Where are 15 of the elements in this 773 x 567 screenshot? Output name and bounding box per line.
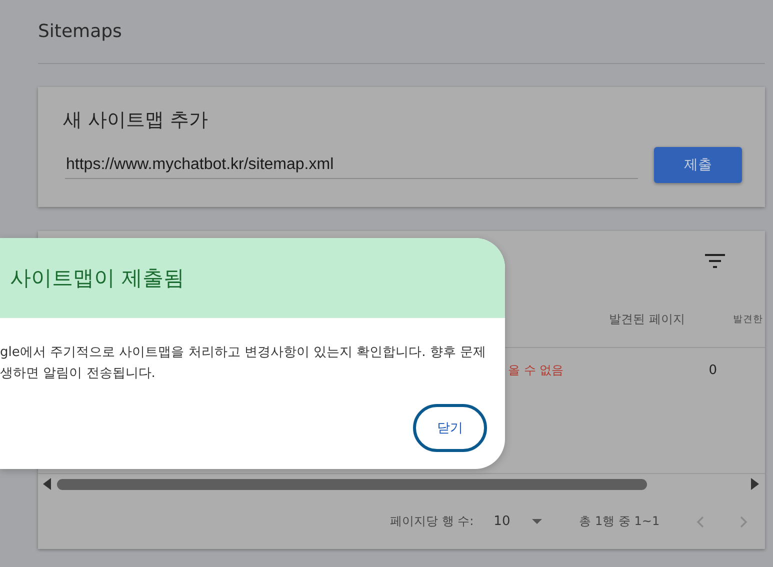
close-button[interactable]: 닫기 bbox=[413, 404, 487, 452]
table-cell-text: 0 bbox=[708, 363, 717, 378]
submit-button[interactable]: 제출 bbox=[654, 147, 742, 183]
page-range: 총 1행 중 1~1 bbox=[579, 513, 660, 530]
card-title: 새 사이트맵 추가 bbox=[62, 108, 210, 133]
table-cell: 올 수 없음 bbox=[508, 363, 564, 377]
rows-per-page-dropdown[interactable]: 10 bbox=[494, 514, 542, 529]
column-header[interactable]: 발견한 bbox=[685, 312, 763, 326]
dialog-text: gle에서 주기적으로 사이트맵을 처리하고 변경사항이 있는지 확인합니다. 향후 문제 bbox=[0, 344, 488, 362]
rows-per-page-label: 페이지당 행 수: bbox=[390, 513, 474, 530]
url-input-field[interactable]: https://www.mychatbot.kr/sitemap.xml bbox=[65, 152, 638, 178]
page-title: Sitemaps bbox=[38, 21, 122, 42]
dialog-text: 생하면 알림이 전송됩니다. bbox=[0, 365, 156, 383]
dialog-title: 사이트맵이 제출됨 bbox=[10, 265, 185, 292]
column-header[interactable]: 발견된 페이지 bbox=[565, 310, 685, 328]
